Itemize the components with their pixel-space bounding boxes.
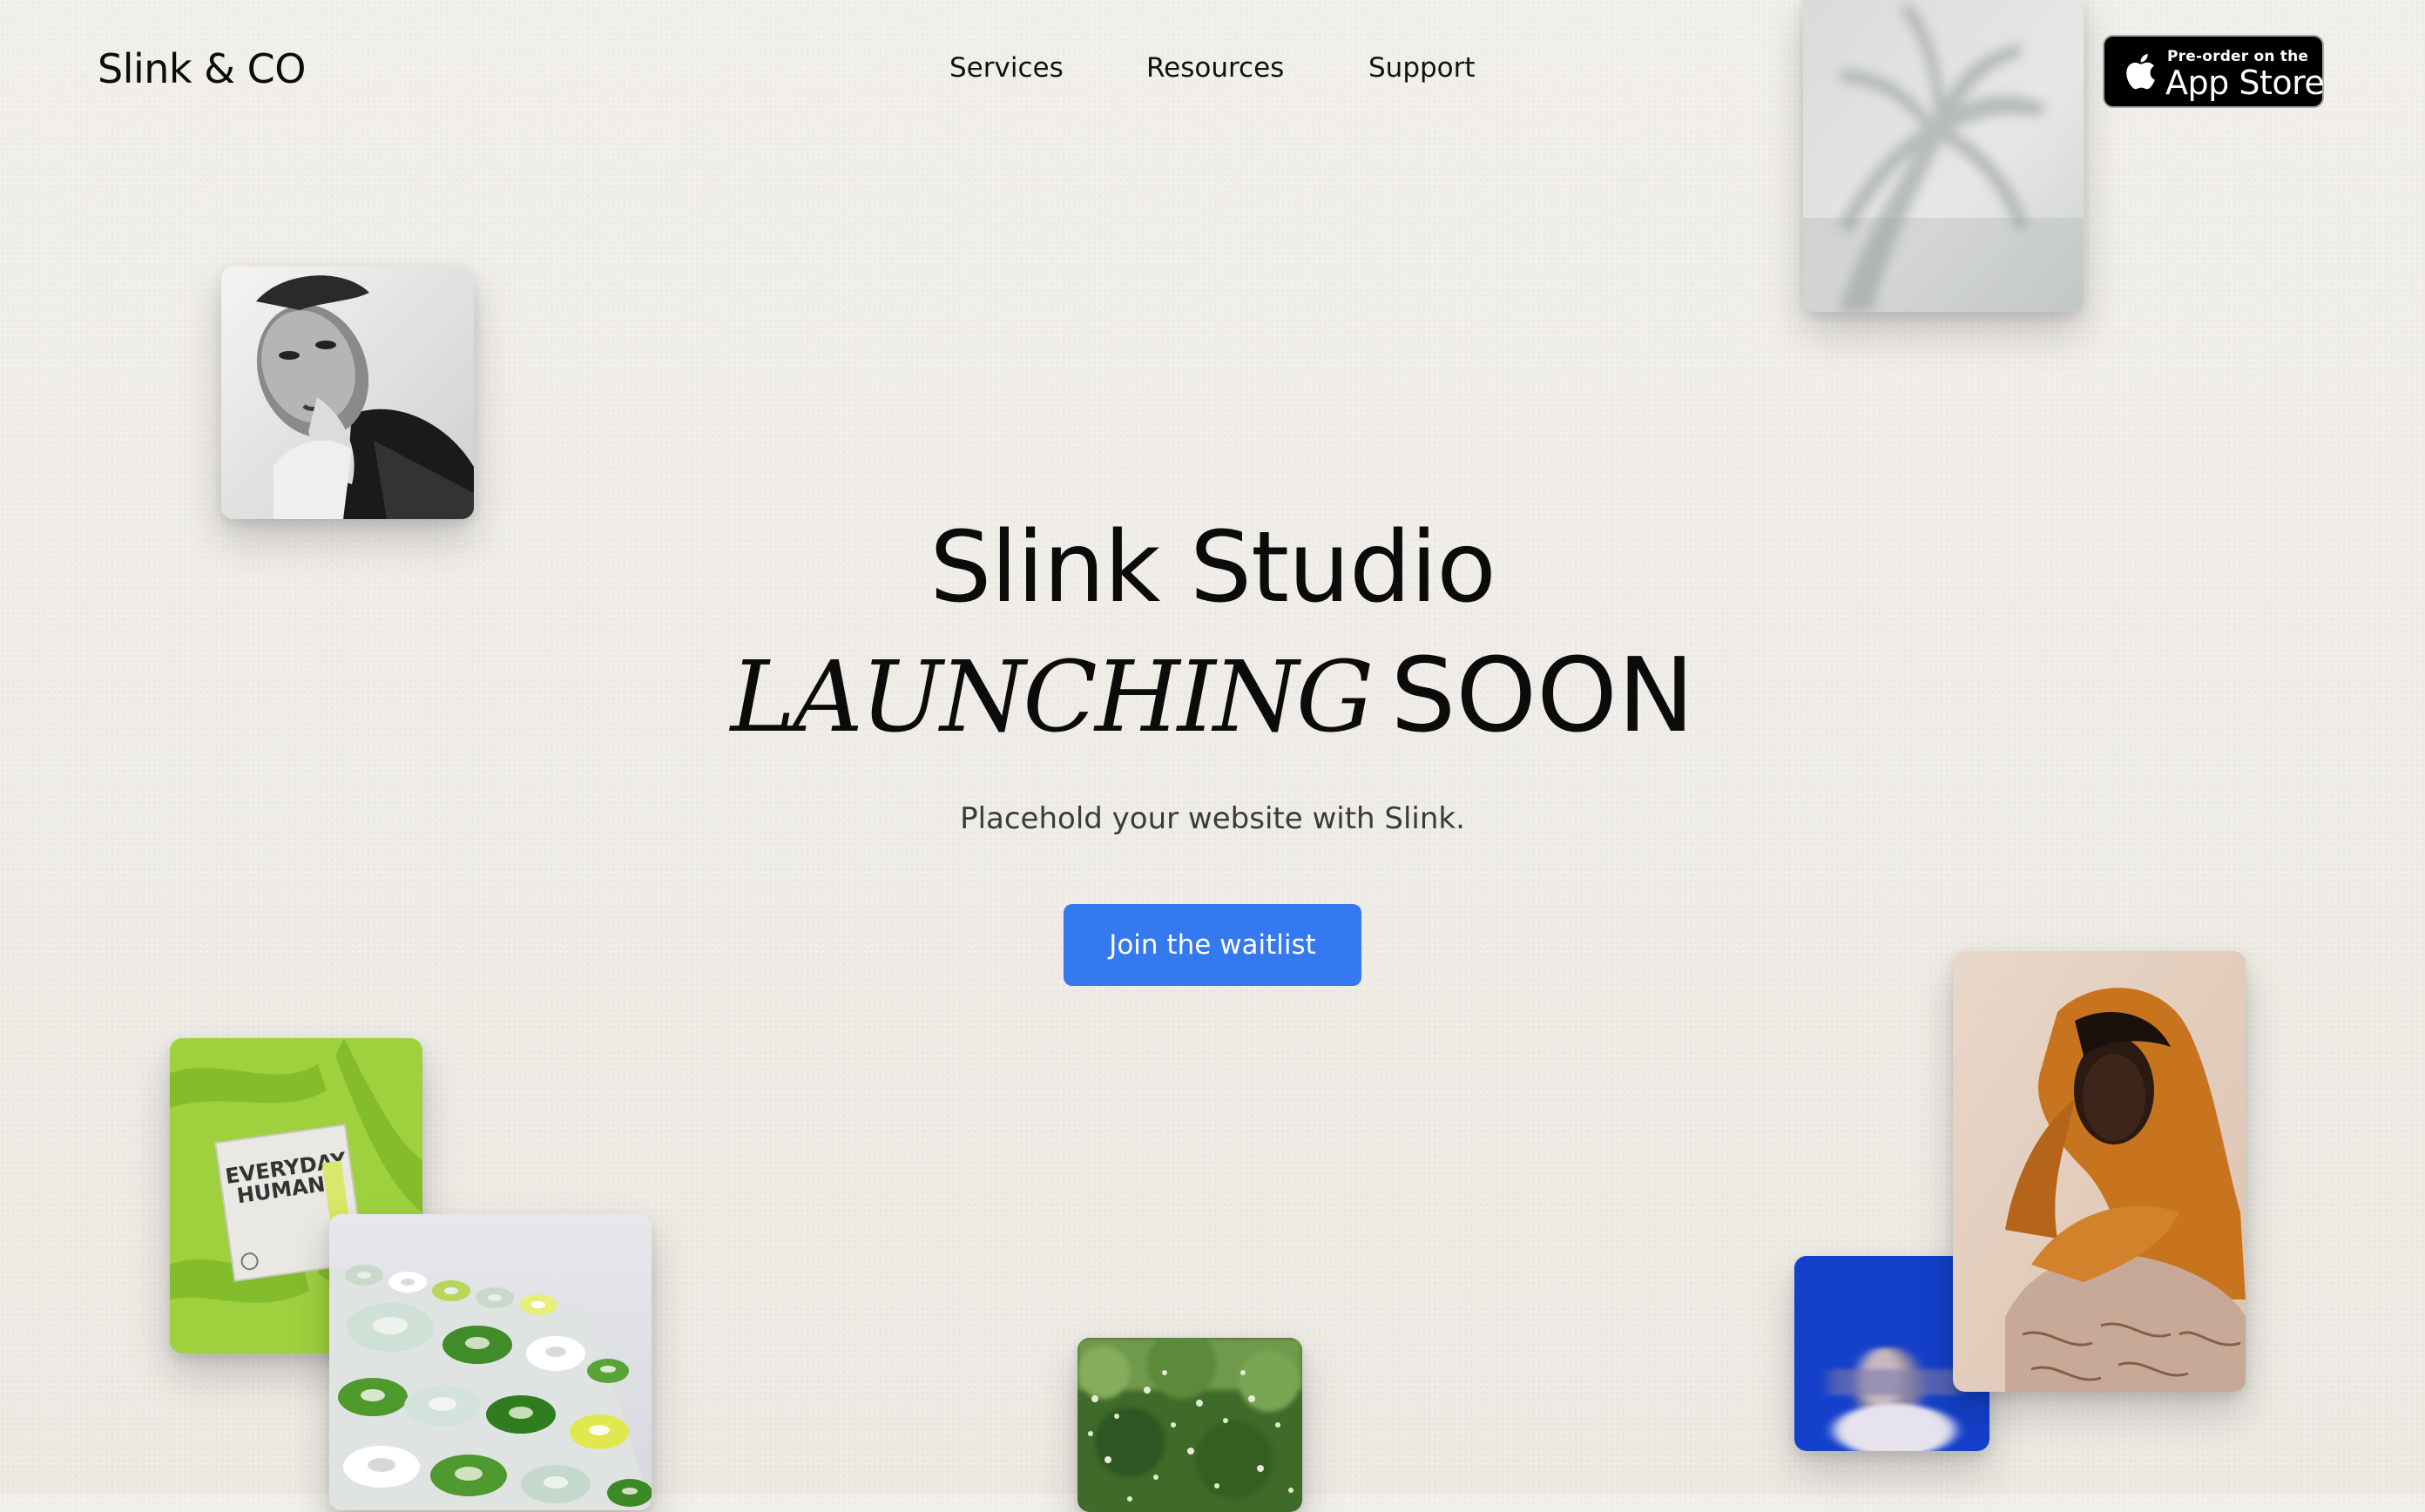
orange-scarf-portrait-photo xyxy=(1953,951,2246,1392)
green-donuts-photo xyxy=(329,1214,652,1510)
app-store-small-text: Pre-order on the xyxy=(2167,48,2309,65)
apple-logo-icon xyxy=(2126,54,2155,90)
nav-item-resources[interactable]: Resources xyxy=(1146,52,1284,84)
app-store-big-text: App Store xyxy=(2165,64,2325,102)
nav-item-support[interactable]: Support xyxy=(1368,52,1476,84)
hero-subtitle: Placehold your website with Slink. xyxy=(960,801,1465,836)
palm-shadow-photo xyxy=(1803,0,2084,312)
hero-tagline: LAUNCHING SOON xyxy=(0,634,2425,787)
hero-launching-text: LAUNCHING xyxy=(730,641,1375,754)
hero-title: Slink Studio xyxy=(929,511,1496,624)
join-waitlist-button[interactable]: Join the waitlist xyxy=(1064,904,1361,986)
bw-portrait-photo xyxy=(221,267,474,519)
green-flowers-photo xyxy=(1077,1338,1302,1512)
hero-soon-text: SOON xyxy=(1390,635,1695,755)
nav-item-services[interactable]: Services xyxy=(949,52,1064,84)
app-store-badge[interactable]: Pre-order on the App Store xyxy=(2103,35,2325,108)
